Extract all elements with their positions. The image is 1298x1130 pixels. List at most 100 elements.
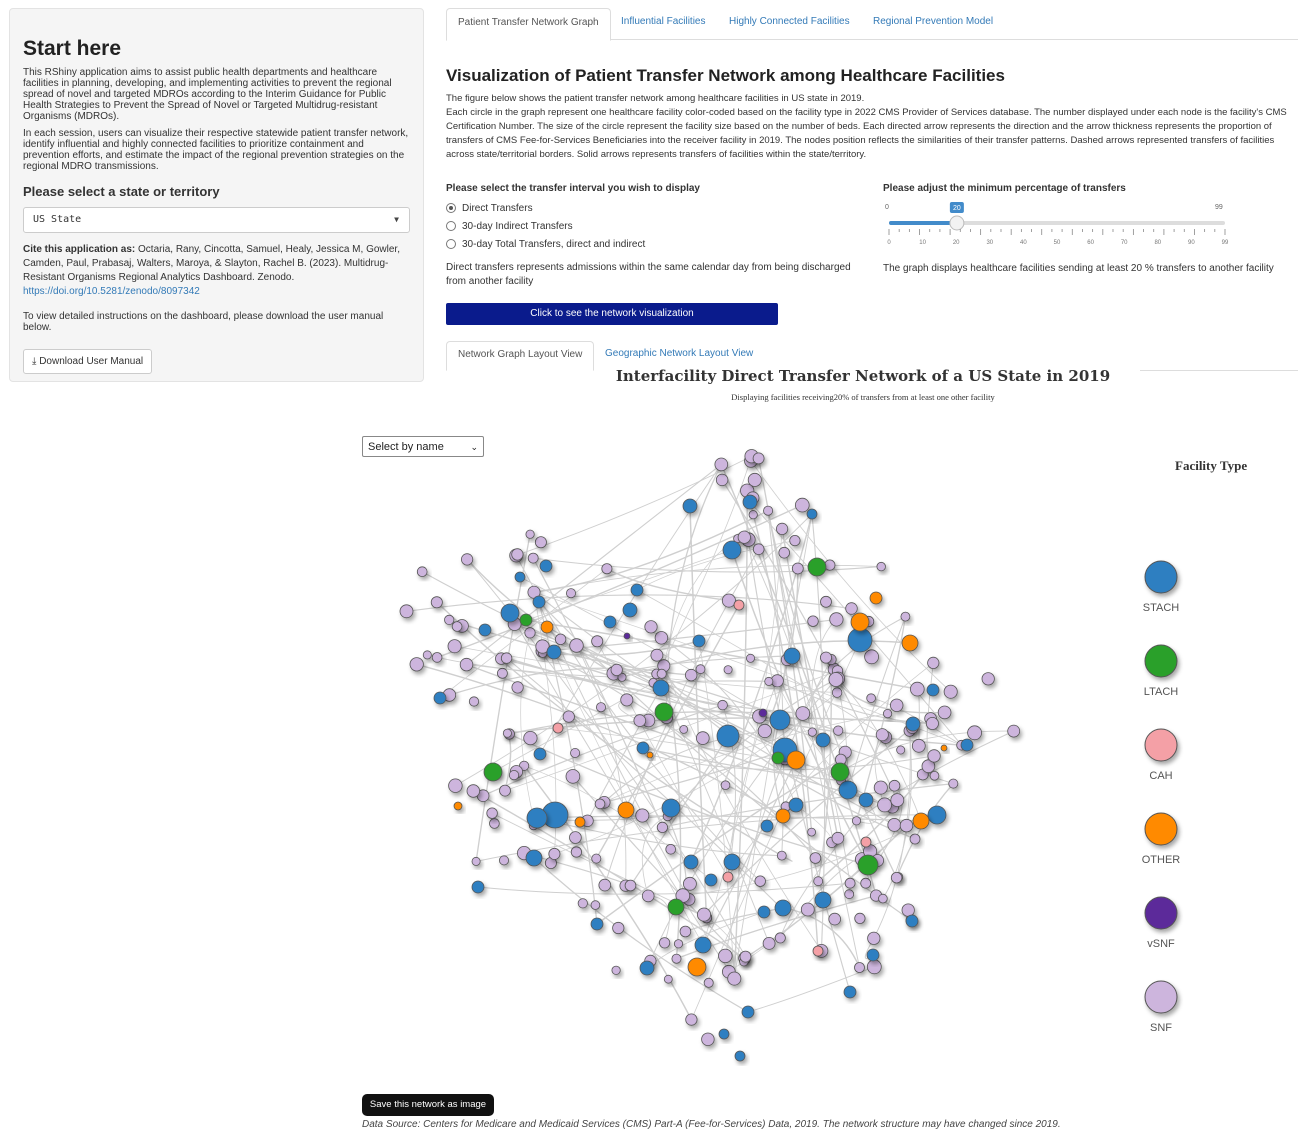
transfer-edge (540, 610, 951, 692)
transfer-edge (540, 610, 703, 738)
facility-node (633, 714, 647, 727)
transfer-edge (603, 730, 765, 803)
tab-geographic-layout[interactable]: Geographic Network Layout View (594, 341, 764, 369)
facility-node (896, 745, 906, 755)
transfer-edge (540, 610, 869, 621)
transfer-edge (604, 749, 786, 803)
transfer-edge (540, 610, 881, 788)
transfer-edge (406, 594, 852, 612)
transfer-edge (764, 568, 799, 732)
transfer-edge (540, 610, 928, 766)
transfer-edge (540, 610, 897, 878)
facility-node (682, 893, 696, 906)
facility-node (814, 891, 832, 909)
transfer-edge (449, 667, 657, 696)
transfer-edge (540, 610, 765, 731)
transfer-edge (516, 555, 540, 610)
transfer-edge (492, 682, 654, 773)
facility-node (851, 816, 862, 826)
facility-node (909, 681, 925, 697)
facility-node (754, 875, 766, 887)
transfer-edge (779, 906, 861, 968)
transfer-edge (540, 480, 755, 610)
transfer-edge (874, 736, 886, 806)
slider-handle[interactable] (949, 215, 965, 231)
facility-node (940, 744, 948, 752)
facility-node (860, 836, 872, 848)
facility-node (679, 925, 692, 938)
transfer-edge (427, 610, 540, 655)
transfer-edge (776, 680, 849, 791)
facility-node (844, 889, 855, 900)
transfer-edge (663, 665, 822, 952)
transfer-edge (540, 610, 910, 731)
transfer-edge (467, 559, 540, 610)
facility-node (869, 889, 883, 902)
facility-node (869, 591, 883, 605)
transfer-edge (466, 664, 723, 706)
facility-node (763, 505, 774, 516)
facility-node (875, 728, 889, 742)
transfer-edge (540, 610, 837, 671)
facility-node (795, 706, 811, 721)
facility-node (927, 749, 941, 763)
transfer-edge (744, 825, 907, 959)
state-select[interactable]: US State ▼ (23, 207, 410, 233)
facility-node (644, 954, 657, 968)
transfer-edge (540, 610, 707, 918)
transfer-edge (449, 610, 540, 695)
radio-total-transfers[interactable]: 30-day Total Transfers, direct and indir… (446, 235, 866, 253)
facility-node (890, 698, 904, 713)
transfer-edge (604, 713, 888, 803)
tab-highly-connected-facilities[interactable]: Highly Connected Facilities (718, 8, 861, 38)
transfer-edge (540, 610, 691, 1020)
network-nodes (399, 449, 1021, 1062)
transfer-edge (540, 610, 631, 885)
facility-node (476, 789, 490, 802)
transfer-edge (540, 610, 551, 863)
transfer-edge (540, 610, 934, 756)
facility-node (447, 639, 462, 654)
show-network-button[interactable]: Click to see the network visualization (446, 303, 778, 325)
transfer-edge (702, 528, 783, 946)
facility-node (714, 457, 729, 472)
transfer-edge (514, 623, 839, 732)
transfer-edge (534, 592, 540, 610)
transfer-edge (540, 610, 587, 821)
facility-node (815, 732, 831, 748)
transfer-edge (757, 458, 813, 833)
transfer-edge (473, 610, 540, 791)
transfer-edge (540, 610, 883, 899)
save-network-image-button[interactable]: Save this network as image (362, 1094, 494, 1116)
radio-direct-transfers[interactable]: Direct Transfers (446, 199, 866, 217)
transfer-edge (781, 528, 839, 839)
facility-node (566, 588, 577, 599)
transfer-edge (847, 616, 906, 791)
tab-network-graph[interactable]: Patient Transfer Network Graph (446, 8, 611, 41)
facility-node (697, 907, 712, 922)
facility-node (887, 818, 902, 832)
transfer-edge (514, 610, 540, 775)
facility-node (752, 709, 767, 724)
transfer-edge (540, 491, 747, 610)
transfer-edge (540, 549, 759, 610)
facility-node (527, 585, 541, 599)
facility-node (704, 873, 718, 887)
transfer-edge (667, 815, 687, 896)
radio-indirect-transfers[interactable]: 30-day Indirect Transfers (446, 217, 866, 235)
select-by-name[interactable]: Select by name ⌄ (362, 436, 484, 457)
facility-node (788, 797, 804, 813)
facility-node (774, 899, 792, 917)
doi-link[interactable]: https://doi.org/10.5281/zenodo/8097342 (23, 286, 200, 297)
percent-slider[interactable]: 0 99 20 0 10 20 30 40 50 60 70 80 90 99 (883, 199, 1283, 259)
facility-node (509, 548, 524, 563)
tab-influential-facilities[interactable]: Influential Facilities (610, 8, 716, 38)
transfer-edge (540, 610, 642, 815)
facility-node (807, 827, 816, 837)
facility-node (741, 1005, 755, 1019)
facility-node (720, 780, 731, 790)
tab-regional-prevention-model[interactable]: Regional Prevention Model (862, 8, 1004, 38)
transfer-edge (483, 610, 540, 796)
transfer-edge (540, 541, 795, 610)
transfer-edge (648, 895, 670, 943)
